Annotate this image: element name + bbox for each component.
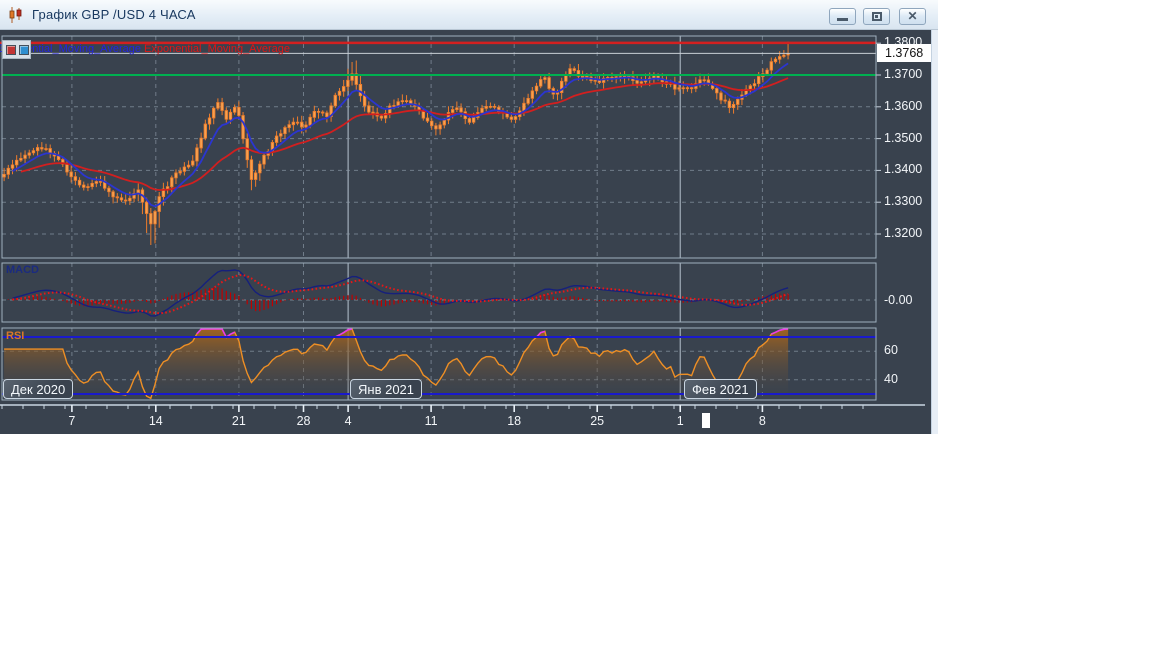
time-cursor[interactable] bbox=[701, 413, 710, 428]
titlebar[interactable]: График GBP /USD 4 ЧАСА ✕ bbox=[0, 0, 938, 30]
month-label-0: Дек 2020 bbox=[3, 379, 74, 399]
price-tick-1.3600: 1.3600 bbox=[884, 98, 923, 113]
time-label-21[interactable]: 21 bbox=[232, 414, 246, 428]
time-label-11[interactable]: 11 bbox=[425, 414, 438, 428]
price-tick-1.3300: 1.3300 bbox=[884, 194, 923, 209]
blue-swatch-icon[interactable] bbox=[19, 45, 29, 55]
chart-canvas bbox=[0, 35, 925, 412]
chart-area[interactable] bbox=[0, 30, 931, 434]
window-title: График GBP /USD 4 ЧАСА bbox=[32, 7, 196, 22]
candlestick-chart-icon bbox=[9, 7, 22, 23]
red-swatch-icon[interactable] bbox=[6, 45, 16, 55]
month-label-1: Янв 2021 bbox=[350, 379, 423, 399]
price-tick-1.3400: 1.3400 bbox=[884, 162, 923, 177]
time-label-8[interactable]: 8 bbox=[759, 414, 766, 428]
rsi-tick-40: 40 bbox=[884, 371, 898, 386]
legend-item-ma-red: Exponential_Moving_Average bbox=[144, 43, 290, 55]
current-price-badge: 1.3768 bbox=[877, 44, 931, 62]
time-label-4[interactable]: 4 bbox=[345, 414, 352, 428]
macd-axis-value: -0.00 bbox=[884, 293, 913, 307]
macd-panel-label: MACD bbox=[6, 264, 39, 276]
time-label-14[interactable]: 14 bbox=[149, 414, 163, 428]
indicator-color-box[interactable] bbox=[2, 40, 31, 59]
right-scrollbar[interactable] bbox=[931, 30, 938, 434]
restore-icon bbox=[864, 9, 889, 24]
restore-button[interactable] bbox=[863, 8, 890, 25]
month-label-2: Фев 2021 bbox=[684, 379, 757, 399]
time-label-25[interactable]: 25 bbox=[590, 414, 604, 428]
minimize-icon bbox=[830, 9, 855, 24]
chart-window: График GBP /USD 4 ЧАСА ✕ Exponential_Mov… bbox=[0, 0, 938, 434]
price-tick-1.3200: 1.3200 bbox=[884, 226, 923, 240]
rsi-panel-label: RSI bbox=[6, 330, 25, 342]
minimize-button[interactable] bbox=[829, 8, 856, 25]
time-label-7[interactable]: 7 bbox=[68, 414, 75, 428]
time-label-1[interactable]: 1 bbox=[677, 414, 684, 428]
price-tick-1.3700: 1.3700 bbox=[884, 67, 923, 81]
rsi-tick-60: 60 bbox=[884, 343, 898, 358]
close-icon: ✕ bbox=[907, 9, 918, 23]
time-label-18[interactable]: 18 bbox=[507, 414, 521, 428]
close-button[interactable]: ✕ bbox=[899, 8, 926, 25]
price-tick-1.3500: 1.3500 bbox=[884, 130, 923, 145]
time-label-28[interactable]: 28 bbox=[297, 414, 311, 428]
